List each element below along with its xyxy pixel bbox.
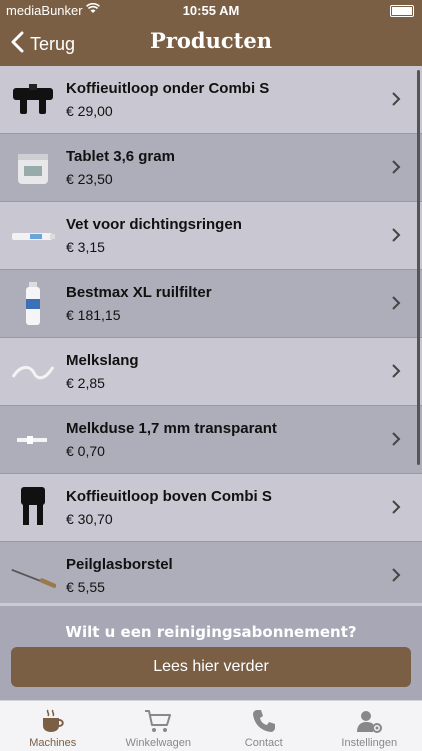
product-image-filter [10,281,56,327]
product-price: € 23,50 [66,171,384,187]
product-price: € 2,85 [66,375,384,391]
product-price: € 5,55 [66,579,384,595]
product-row[interactable]: Tablet 3,6 gram € 23,50 [0,134,422,202]
tab-label: Winkelwagen [126,737,191,749]
status-bar: mediaBunker 10:55 AM [0,0,422,22]
product-image-coffee-spout [10,77,56,123]
product-row[interactable]: Melkslang € 2,85 [0,338,422,406]
product-name: Vet voor dichtingsringen [66,216,384,233]
product-row[interactable]: Melkduse 1,7 mm transparant € 0,70 [0,406,422,474]
product-row[interactable]: Bestmax XL ruilfilter € 181,15 [0,270,422,338]
product-image-brush [10,553,56,599]
battery-icon [390,5,414,17]
status-time: 10:55 AM [0,3,422,18]
chevron-right-icon [384,155,408,181]
scroll-indicator[interactable] [417,70,420,465]
product-price: € 29,00 [66,103,384,119]
user-settings-icon [355,707,383,735]
product-name: Tablet 3,6 gram [66,148,384,165]
phone-icon [251,707,277,735]
tab-label: Contact [245,737,283,749]
product-price: € 0,70 [66,443,384,459]
product-price: € 3,15 [66,239,384,255]
product-image-milk-hose [10,349,56,395]
tab-instellingen[interactable]: Instellingen [317,701,422,751]
product-name: Koffieuitloop boven Combi S [66,488,384,505]
promo-question: Wilt u een reinigingsabonnement? [0,623,422,641]
cart-icon [144,707,172,735]
navigation-bar: Terug Producten [0,22,422,66]
tab-label: Machines [29,737,76,749]
product-list[interactable]: Koffieuitloop onder Combi S € 29,00 Tabl… [0,66,422,603]
product-image-milk-nozzle [10,417,56,463]
product-row[interactable]: Peilglasborstel € 5,55 [0,542,422,603]
chevron-right-icon [384,291,408,317]
chevron-right-icon [384,427,408,453]
tab-machines[interactable]: Machines [0,701,106,751]
read-more-button[interactable]: Lees hier verder [11,647,411,687]
chevron-right-icon [384,563,408,589]
coffee-cup-icon [40,707,66,735]
product-name: Melkduse 1,7 mm transparant [66,420,384,437]
product-price: € 30,70 [66,511,384,527]
product-name: Peilglasborstel [66,556,384,573]
product-row[interactable]: Vet voor dichtingsringen € 3,15 [0,202,422,270]
product-row[interactable]: Koffieuitloop boven Combi S € 30,70 [0,474,422,542]
chevron-right-icon [384,87,408,113]
tab-bar: Machines Winkelwagen Contact Instellinge… [0,700,422,751]
product-price: € 181,15 [66,307,384,323]
product-image-coffee-spout-top [10,485,56,531]
chevron-right-icon [384,223,408,249]
product-name: Melkslang [66,352,384,369]
product-row[interactable]: Koffieuitloop onder Combi S € 29,00 [0,66,422,134]
promo-banner: Wilt u een reinigingsabonnement? Lees hi… [0,603,422,703]
product-name: Koffieuitloop onder Combi S [66,80,384,97]
page-title: Producten [0,28,422,53]
chevron-right-icon [384,359,408,385]
product-image-tablet-tub [10,145,56,191]
tab-label: Instellingen [341,737,397,749]
product-image-grease-tube [10,213,56,259]
chevron-right-icon [384,495,408,521]
tab-contact[interactable]: Contact [211,701,317,751]
product-name: Bestmax XL ruilfilter [66,284,384,301]
tab-winkelwagen[interactable]: Winkelwagen [106,701,212,751]
